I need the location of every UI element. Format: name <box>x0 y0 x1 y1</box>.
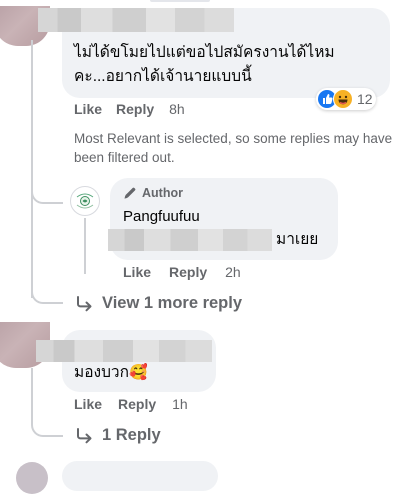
pencil-icon <box>124 187 136 199</box>
next-comment-bubble-partial <box>62 461 218 491</box>
reply-button[interactable]: Reply <box>116 101 154 117</box>
author-avatar[interactable] <box>70 186 100 216</box>
author-name[interactable]: Pangfuufuu <box>123 208 200 225</box>
view-more-replies-link[interactable]: View 1 more reply <box>76 294 242 313</box>
reply-button[interactable]: Reply <box>169 264 207 280</box>
comment-actions: Like Reply 8h <box>74 101 185 117</box>
thread-line-2 <box>31 368 33 420</box>
reply-timestamp[interactable]: 2h <box>225 264 241 280</box>
comment2-actions: Like Reply 1h <box>74 396 188 412</box>
author-reply-actions: Like Reply 2h <box>123 264 241 280</box>
brand-logo-icon <box>73 189 97 213</box>
thread-curve-viewmore <box>31 282 63 304</box>
commenter-name-redacted[interactable] <box>38 8 234 32</box>
comment2-timestamp[interactable]: 1h <box>172 396 188 412</box>
comment2-text: มองบวก🥰 <box>74 362 148 384</box>
next-comment-avatar-partial[interactable] <box>16 462 48 494</box>
author-thread-line <box>84 218 86 274</box>
smiling-hearts-emoji: 🥰 <box>129 364 148 381</box>
author-badge-label: Author <box>142 186 183 200</box>
reaction-count: 12 <box>357 91 373 107</box>
reply-button[interactable]: Reply <box>118 396 156 412</box>
thread-curve-replies <box>31 415 63 437</box>
replies-link[interactable]: 1 Reply <box>76 426 161 445</box>
comment2-text-body: มองบวก <box>74 364 130 381</box>
like-button[interactable]: Like <box>74 396 102 412</box>
reply-arrow-icon <box>77 295 92 311</box>
comment-timestamp[interactable]: 8h <box>169 101 185 117</box>
like-button[interactable]: Like <box>74 101 102 117</box>
top-partial-text <box>150 0 210 2</box>
author-badge[interactable]: Author <box>123 186 183 200</box>
reply-arrow-icon <box>77 427 92 443</box>
thread-curve-author <box>31 182 63 204</box>
commenter2-name-redacted[interactable] <box>36 340 212 362</box>
comment-text-line1: ไม่ได้ขโมยไปแต่ขอไปสมัครงานได้ไหม <box>74 44 335 61</box>
reaction-summary[interactable]: 12 <box>316 88 376 110</box>
haha-icon <box>333 89 353 109</box>
filter-notice: Most Relevant is selected, so some repli… <box>74 131 393 165</box>
replies-label: 1 Reply <box>102 426 161 444</box>
author-reply-text: มาเยย <box>276 231 319 248</box>
comment-text-line2: คะ...อยากได้เจ้านายแบบนี้ <box>74 68 252 85</box>
thread-line <box>31 40 33 298</box>
view-more-label: View 1 more reply <box>102 294 243 312</box>
mentioned-user-redacted[interactable] <box>108 229 272 251</box>
like-button[interactable]: Like <box>123 264 151 280</box>
